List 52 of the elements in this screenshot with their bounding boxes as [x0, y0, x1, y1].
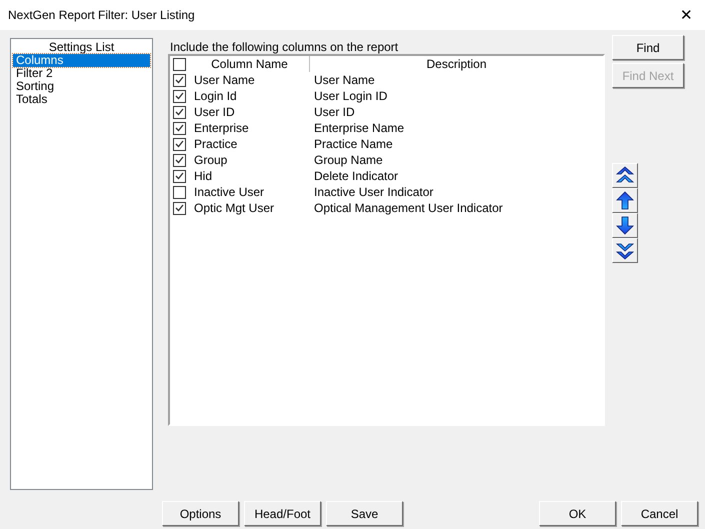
- footer-button[interactable]: Options: [162, 501, 239, 526]
- list-title: Settings List: [48, 40, 116, 54]
- table-cell-text: User Name: [193, 73, 256, 87]
- table-cell-text: Login Id: [193, 89, 238, 103]
- table-cell-text: Group: [193, 153, 228, 167]
- checkbox[interactable]: [173, 122, 186, 134]
- checkbox[interactable]: [173, 106, 186, 118]
- table-cell-text: Practice: [193, 137, 238, 151]
- table-cell-text: Enterprise Name: [313, 121, 406, 135]
- checkbox[interactable]: [173, 58, 186, 70]
- table-cell-text: User Name: [313, 73, 376, 87]
- up-arrow-icon: [615, 191, 635, 210]
- checkbox[interactable]: [173, 138, 186, 150]
- list-item[interactable]: Sorting: [13, 80, 150, 93]
- move-button[interactable]: [612, 213, 638, 238]
- ok-button[interactable]: OK: [539, 501, 616, 526]
- window-title: NextGen Report Filter: User Listing: [8, 8, 195, 22]
- down-arrow-icon: [615, 216, 635, 235]
- table-cell-text: User ID: [193, 105, 236, 119]
- move-button[interactable]: [612, 238, 638, 263]
- double-down-arrow-icon: [615, 241, 635, 260]
- checkbox[interactable]: [173, 170, 186, 182]
- table-cell-text: Optic Mgt User: [193, 201, 276, 215]
- checkbox[interactable]: [173, 154, 186, 166]
- table-cell-text: Inactive User: [193, 185, 266, 199]
- checkbox[interactable]: [173, 202, 186, 214]
- table-cell-text: Group Name: [313, 153, 384, 167]
- find-button[interactable]: Find: [612, 35, 684, 60]
- table-cell-text: Optical Management User Indicator: [313, 201, 504, 215]
- table-cell-text: User ID: [313, 105, 356, 119]
- table-cell-text: User Login ID: [313, 89, 388, 103]
- footer-button[interactable]: Head/Foot: [244, 501, 321, 526]
- table-cell-text: Inactive User Indicator: [313, 185, 434, 199]
- close-button[interactable]: ✕: [676, 6, 697, 24]
- column-header: Column Name: [190, 56, 310, 72]
- table-cell-text: Practice Name: [313, 137, 394, 151]
- footer-button[interactable]: Save: [326, 501, 403, 526]
- checkbox[interactable]: [173, 90, 186, 102]
- table-cell-text: Enterprise: [193, 121, 250, 135]
- column-header: Description: [425, 56, 488, 72]
- table-cell-text: Hid: [193, 169, 214, 183]
- columns-caption: Include the following columns on the report: [170, 41, 400, 53]
- move-button[interactable]: [612, 163, 638, 188]
- double-up-arrow-icon: [615, 166, 635, 185]
- list-item[interactable]: Columns: [13, 54, 150, 67]
- move-button[interactable]: [612, 188, 638, 213]
- table-cell-text: Delete Indicator: [313, 169, 400, 183]
- checkbox[interactable]: [173, 186, 186, 198]
- cancel-button[interactable]: Cancel: [621, 501, 698, 526]
- list-item[interactable]: Filter 2: [13, 67, 150, 80]
- checkbox[interactable]: [173, 74, 186, 86]
- list-item[interactable]: Totals: [13, 93, 150, 106]
